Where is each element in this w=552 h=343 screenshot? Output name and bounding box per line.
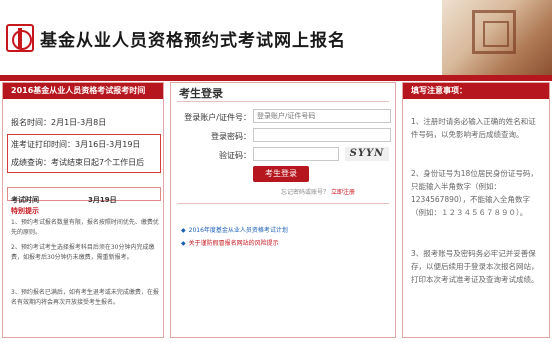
news-item[interactable]: ◆ 2016年度基金从业人员资格考试计划: [181, 225, 288, 234]
exam-time-label: 考试时间: [11, 196, 39, 204]
exam-time-date: 3月19日: [88, 196, 117, 204]
password-label: 登录密码：: [211, 132, 251, 141]
news-link-fraud-warning[interactable]: 关于谨防假冒报名网站的风险提示: [189, 240, 279, 247]
schedule-heading: 2016基金从业人员资格考试报考时间: [3, 83, 163, 99]
notice-heading: 填写注意事项：: [403, 83, 549, 99]
special-note-2: 2、预约考试考生选择报考科目后须在30分钟内完成缴费，如报考后30分钟仍未缴费，…: [11, 244, 155, 261]
forgot-password-link[interactable]: 忘记密码或账号？: [281, 189, 329, 196]
captcha-input[interactable]: [253, 147, 339, 161]
account-label: 登录账户/证件号：: [184, 113, 251, 122]
captcha-image[interactable]: SYYN: [345, 147, 389, 161]
password-input[interactable]: [253, 128, 391, 142]
special-notice-title: 特别提示: [11, 207, 39, 215]
exam-schedule-panel: 2016基金从业人员资格考试报考时间 报名时间：2月1日-3月8日 准考证打印时…: [2, 82, 164, 338]
results-query-time: 成绩查询：考试结束日起7个工作日后: [11, 158, 145, 167]
logo-icon: [6, 24, 34, 52]
news-divider: [177, 203, 389, 204]
news-link-exam-plan[interactable]: 2016年度基金从业人员资格考试计划: [189, 227, 288, 234]
special-note-3: 3、预约报名已满后，如有考生退考或未完成缴费，在报名有效期内将会再次开放接受考生…: [11, 289, 159, 306]
site-header: 基金从业人员资格预约式考试网上报名: [0, 0, 552, 75]
notice-panel: 填写注意事项： 1、注册时请务必输入正确的姓名和证件号码，以免影响考后成绩查询。…: [402, 82, 550, 338]
bullet-icon: ◆: [181, 227, 186, 234]
admission-print-time: 准考证打印时间：3月16日-3月19日: [11, 140, 141, 149]
special-note-1: 1、预约考试报名数量有限，报名按照时间优先、缴费优先的原则。: [11, 219, 159, 236]
bullet-icon: ◆: [181, 240, 186, 247]
notice-item-2: 2、身份证号为18位居民身份证号码，只能输入半角数字（例如：1234567890…: [411, 169, 538, 217]
header-divider: [0, 75, 552, 81]
register-link[interactable]: 立即注册: [331, 189, 355, 196]
notice-item-3: 3、报考账号及密码务必牢记并妥善保存，以便后续用于登录本次报名网站，打印本次考试…: [411, 249, 539, 284]
account-input[interactable]: [253, 109, 391, 123]
seal-banner-image: [442, 0, 552, 75]
login-title: 考生登录: [179, 87, 223, 100]
news-item[interactable]: ◆ 关于谨防假冒报名网站的风险提示: [181, 238, 279, 247]
login-button[interactable]: 考生登录: [253, 166, 309, 182]
seal-icon: [472, 10, 516, 54]
captcha-label: 验证码：: [219, 151, 251, 160]
login-divider: [177, 101, 389, 102]
login-panel: 考生登录 登录账户/证件号： 登录密码： 验证码： SYYN 考生登录 忘记密码…: [170, 82, 396, 338]
registration-time: 报名时间：2月1日-3月8日: [11, 118, 107, 127]
forgot-row: 忘记密码或账号？ 立即注册: [281, 187, 355, 196]
notice-item-1: 1、注册时请务必输入正确的姓名和证件号码，以免影响考后成绩查询。: [411, 117, 536, 139]
site-title: 基金从业人员资格预约式考试网上报名: [40, 31, 346, 51]
